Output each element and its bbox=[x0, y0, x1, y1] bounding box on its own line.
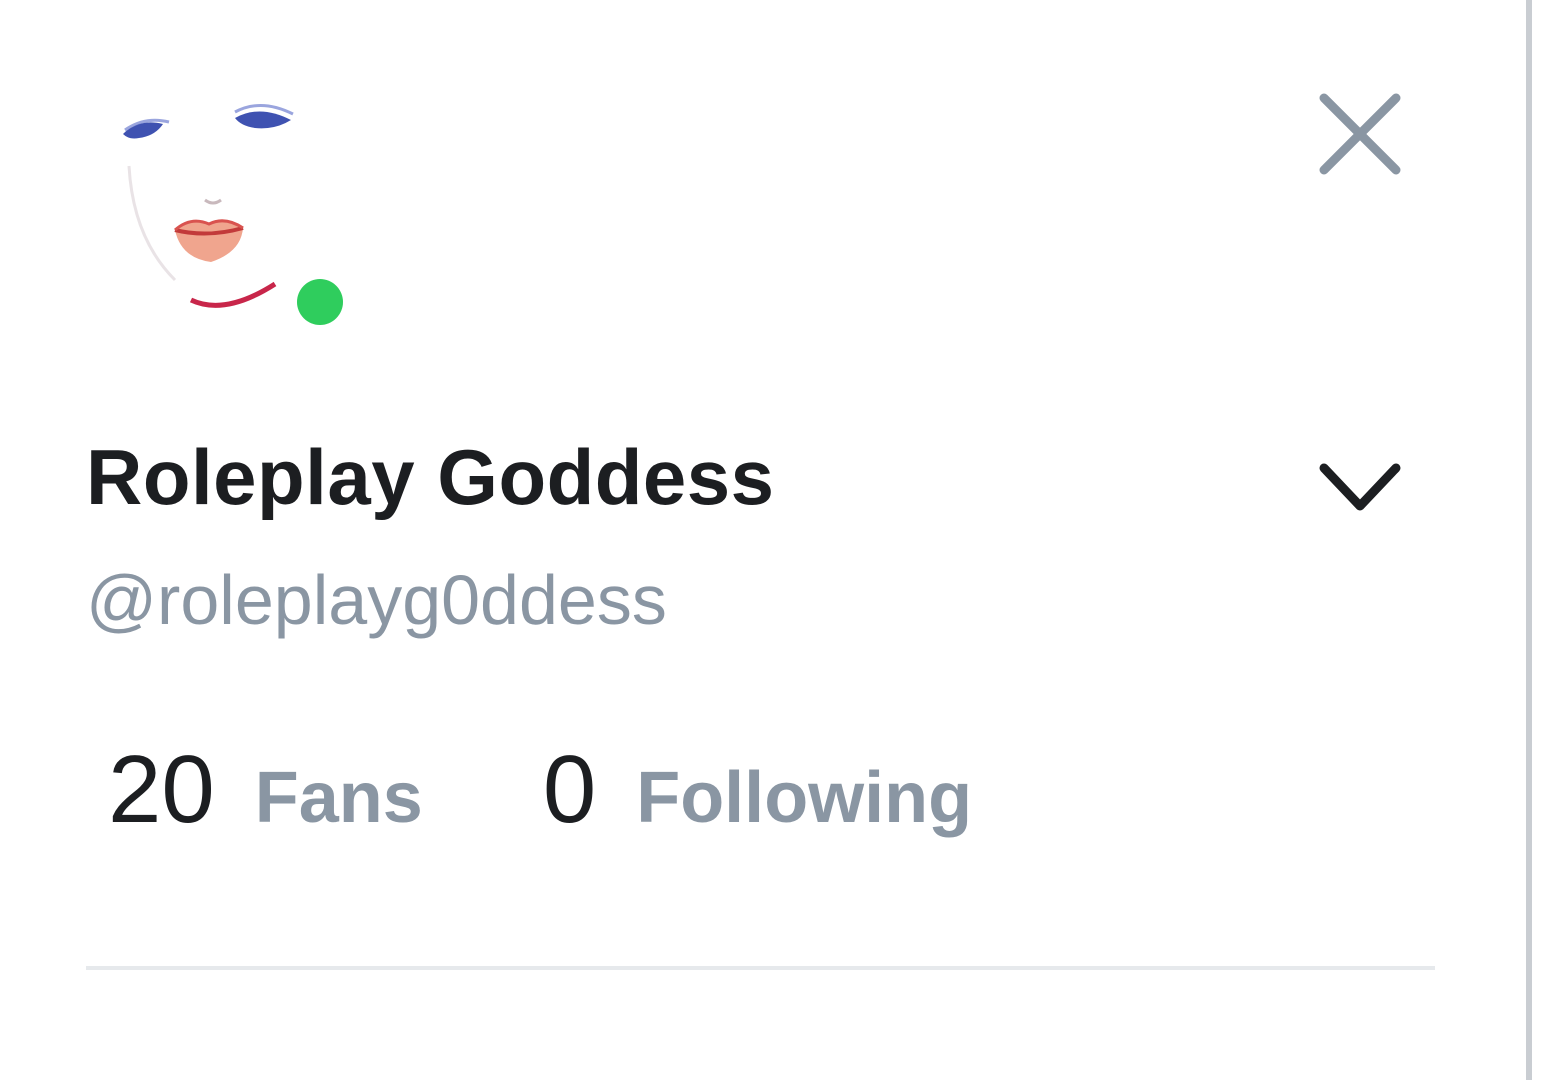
fans-stat[interactable]: 20 Fans bbox=[108, 735, 423, 845]
username-handle: @roleplayg0ddess bbox=[86, 561, 667, 639]
online-status-indicator bbox=[297, 279, 343, 325]
following-count: 0 bbox=[542, 736, 597, 843]
expand-profile-button[interactable] bbox=[1310, 448, 1410, 528]
profile-panel: Roleplay Goddess @roleplayg0ddess 20 Fan… bbox=[0, 0, 1526, 1080]
following-stat[interactable]: 0 Following bbox=[543, 735, 972, 845]
chevron-down-icon bbox=[1319, 463, 1401, 511]
close-icon bbox=[1319, 93, 1401, 175]
background-strip bbox=[1532, 0, 1546, 1080]
display-name: Roleplay Goddess bbox=[86, 433, 775, 521]
profile-stats: 20 Fans 0 Following bbox=[108, 735, 972, 845]
close-button[interactable] bbox=[1310, 86, 1410, 186]
fans-count: 20 bbox=[108, 736, 215, 843]
section-divider bbox=[86, 966, 1435, 970]
following-label: Following bbox=[636, 758, 973, 838]
fans-label: Fans bbox=[254, 758, 423, 838]
